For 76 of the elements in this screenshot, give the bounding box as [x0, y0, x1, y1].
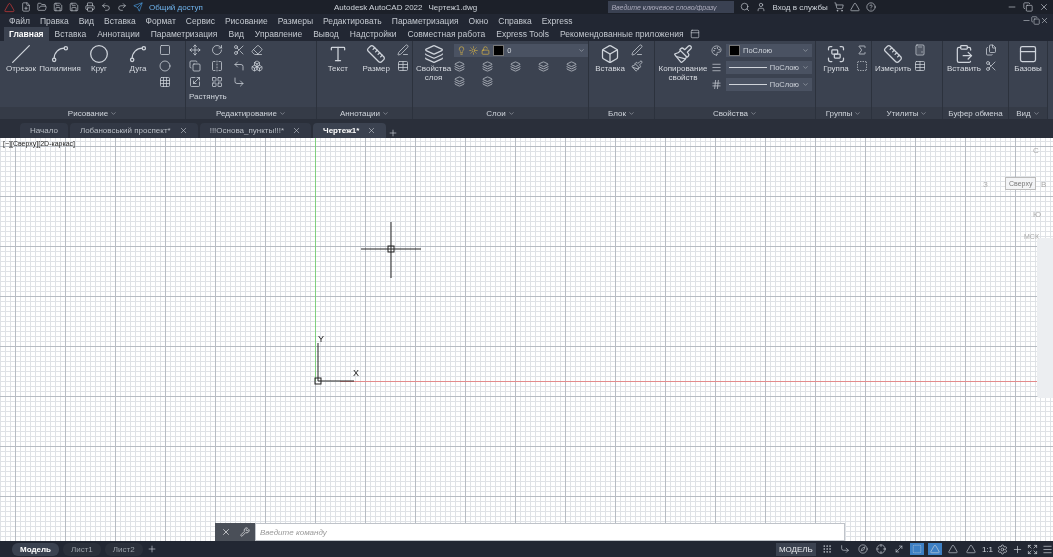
ribbon-button[interactable]: Копирование свойств: [658, 44, 708, 83]
ribbon-tab[interactable]: Надстройки: [344, 27, 402, 41]
ribbon-tab[interactable]: Вывод: [308, 27, 344, 41]
button-label: Дуга: [129, 65, 147, 74]
menu-item[interactable]: Справка: [493, 15, 537, 26]
document-tab[interactable]: Лобановський проспект*: [69, 123, 198, 138]
button-label: Отрезок: [5, 65, 37, 74]
file-name: Чертеж1.dwg: [428, 2, 478, 12]
ribbon-button[interactable]: Вставка: [592, 44, 628, 74]
menu-item[interactable]: Вставка: [99, 15, 141, 26]
document-tab[interactable]: Чертеж1*: [313, 123, 387, 138]
menu-item[interactable]: Окно: [463, 15, 494, 26]
stretch-button[interactable]: Растянуть: [189, 92, 227, 101]
menu-item[interactable]: Файл: [4, 15, 35, 26]
panel-title[interactable]: Вид: [1009, 107, 1047, 119]
document-tab[interactable]: Начало: [20, 123, 68, 138]
ribbon-button[interactable]: Размер: [358, 44, 394, 74]
panel-title[interactable]: Свойства: [655, 107, 815, 119]
button-label: Базовы: [1014, 65, 1042, 74]
panel-title[interactable]: Рисование: [0, 107, 185, 119]
ribbon-tab[interactable]: Рекомендованные приложения: [555, 27, 689, 41]
ribbon-tab[interactable]: Главная: [4, 27, 49, 41]
ribbon-button[interactable]: Текст: [320, 44, 356, 74]
ribbon-tab[interactable]: Вид: [223, 27, 249, 41]
scale-button[interactable]: 1:1: [981, 544, 993, 554]
ribbon-button[interactable]: Отрезок: [3, 44, 39, 74]
button-label: Вставка: [595, 65, 625, 74]
ribbon-tab[interactable]: Управление: [249, 27, 308, 41]
button-label: Свойства слоя: [416, 65, 452, 83]
menu-item[interactable]: Редактировать: [318, 15, 387, 26]
menu-item[interactable]: Рисование: [219, 15, 273, 26]
ribbon-button[interactable]: Вставить: [946, 44, 982, 74]
menu-item[interactable]: Формат: [140, 15, 181, 26]
ribbon-button[interactable]: Круг: [81, 44, 117, 74]
layout-tab[interactable]: Модель: [12, 542, 59, 556]
sign-in-button[interactable]: Вход в службы: [772, 2, 828, 12]
ribbon-button[interactable]: Измерить: [875, 44, 911, 74]
panel-title[interactable]: Блок: [589, 107, 654, 119]
ribbon-tab[interactable]: Express Tools: [491, 27, 554, 41]
panel-title[interactable]: Редактирование: [186, 107, 316, 119]
panel-title[interactable]: Буфер обмена: [943, 107, 1008, 119]
ribbon-button[interactable]: Базовы: [1012, 44, 1044, 74]
menu-item[interactable]: Правка: [34, 15, 74, 26]
ribbon-tab[interactable]: Вставка: [49, 27, 92, 41]
ribbon-button[interactable]: Группа: [819, 44, 853, 74]
layout-tab[interactable]: Лист1: [63, 542, 101, 556]
menu-item[interactable]: Параметризация: [386, 15, 464, 26]
menu-item[interactable]: Размеры: [272, 15, 319, 26]
panel-title[interactable]: Группы: [816, 107, 871, 119]
space-button[interactable]: МОДЕЛЬ: [775, 542, 816, 556]
button-label: Круг: [91, 65, 107, 74]
layout-tab[interactable]: Лист2: [104, 542, 143, 556]
ribbon-tab[interactable]: Параметризация: [145, 27, 223, 41]
button-label: Текст: [327, 65, 348, 74]
menu-item[interactable]: Вид: [73, 15, 99, 26]
share-link[interactable]: Общий доступ: [149, 2, 203, 12]
button-label: Вставить: [947, 65, 981, 74]
ribbon-tab[interactable]: Аннотации: [92, 27, 145, 41]
x-axis-label: X: [353, 368, 359, 378]
ribbon-button[interactable]: Дуга: [120, 44, 156, 74]
y-axis-label: Y: [318, 334, 324, 344]
command-field[interactable]: Введите команду: [255, 523, 845, 541]
ribbon-button[interactable]: Свойства слоя: [416, 44, 452, 83]
panel-title[interactable]: Утилиты: [872, 107, 942, 119]
document-tab[interactable]: !!!Основа_пункты!!!*: [199, 123, 311, 138]
button-label: Измерить: [874, 65, 912, 74]
button-label: Группа: [823, 65, 849, 74]
panel-title[interactable]: Слои: [413, 107, 588, 119]
button-label: Копирование свойств: [658, 65, 708, 83]
button-label: Размер: [362, 65, 390, 74]
button-label: Полилиния: [39, 65, 81, 74]
menu-item[interactable]: Express: [536, 15, 578, 26]
window-title: Autodesk AutoCAD 2022: [334, 2, 423, 12]
panel-title[interactable]: Аннотации: [317, 107, 412, 119]
menu-item[interactable]: Сервис: [180, 15, 220, 26]
ribbon-tab[interactable]: Совместная работа: [402, 27, 491, 41]
